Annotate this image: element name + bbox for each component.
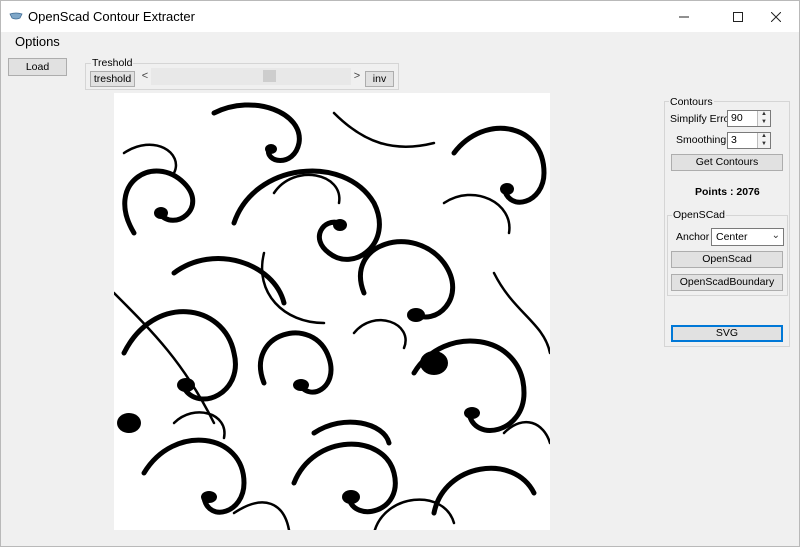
get-contours-button[interactable]: Get Contours — [671, 154, 783, 171]
smoothing-label: Smoothing — [676, 134, 727, 146]
svg-button[interactable]: SVG — [671, 325, 783, 342]
slider-right-arrow[interactable]: > — [351, 68, 363, 85]
spin-down-icon[interactable]: ▼ — [758, 141, 770, 148]
simplify-error-value: 90 — [731, 112, 743, 124]
close-icon — [770, 11, 782, 23]
swirl-pattern-image — [112, 102, 552, 535]
spin-up-icon[interactable]: ▲ — [758, 133, 770, 140]
close-button[interactable] — [753, 1, 799, 32]
smoothing-input[interactable]: 3 ▲ ▼ — [727, 132, 771, 149]
simplify-error-spinner[interactable]: ▲ ▼ — [757, 111, 770, 126]
main-window: OpenScad Contour Extracter Options Load … — [0, 0, 800, 547]
openscad-button[interactable]: OpenScad — [671, 251, 783, 268]
anchor-select[interactable]: Center ⌄ — [711, 228, 784, 246]
anchor-label: Anchor — [676, 231, 710, 243]
anchor-value: Center — [716, 231, 748, 243]
title-bar: OpenScad Contour Extracter — [1, 1, 799, 32]
threshold-slider[interactable]: < > — [139, 68, 363, 85]
smoothing-value: 3 — [731, 134, 737, 146]
slider-thumb[interactable] — [263, 70, 277, 82]
minimize-button[interactable] — [661, 1, 707, 32]
threshold-button[interactable]: treshold — [90, 71, 135, 87]
app-logo-icon — [9, 12, 23, 20]
threshold-group-label: Treshold — [91, 57, 134, 69]
slider-left-arrow[interactable]: < — [139, 68, 151, 85]
slider-track[interactable] — [151, 68, 351, 85]
window-title: OpenScad Contour Extracter — [28, 9, 195, 24]
contour-image — [112, 93, 552, 535]
spin-up-icon[interactable]: ▲ — [758, 111, 770, 118]
inv-button[interactable]: inv — [365, 71, 394, 87]
menu-bar: Options — [1, 32, 799, 52]
simplify-error-input[interactable]: 90 ▲ ▼ — [727, 110, 771, 127]
load-button[interactable]: Load — [8, 58, 67, 76]
contours-group-label: Contours — [669, 96, 714, 108]
spin-down-icon[interactable]: ▼ — [758, 119, 770, 126]
openscad-boundary-button[interactable]: OpenScadBoundary — [671, 274, 783, 291]
simplify-error-label: Simplify Error — [670, 113, 734, 125]
chevron-down-icon[interactable]: ⌄ — [772, 230, 780, 241]
openscad-group-label: OpenSCad — [672, 209, 726, 221]
points-count: Points : 2076 — [695, 186, 760, 198]
menu-options[interactable]: Options — [15, 34, 60, 49]
smoothing-spinner[interactable]: ▲ ▼ — [757, 133, 770, 148]
minimize-icon — [679, 16, 689, 18]
maximize-icon — [733, 12, 743, 22]
